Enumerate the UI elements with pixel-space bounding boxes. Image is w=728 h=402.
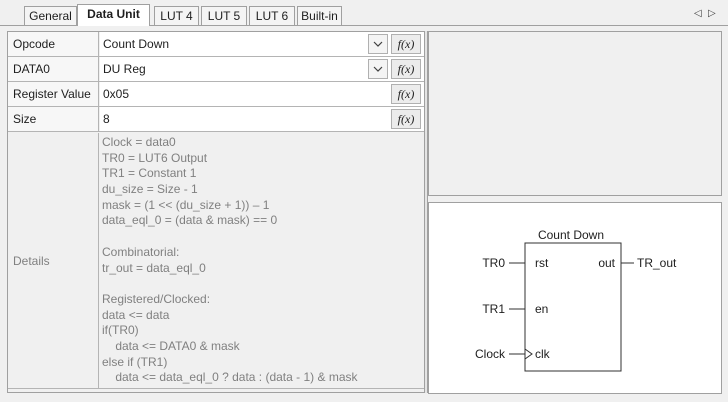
details-line: data <= DATA0 & mask	[102, 338, 240, 353]
details-line: TR1 = Constant 1	[102, 166, 197, 181]
details-line: TR0 = LUT6 Output	[102, 150, 208, 165]
block-diagram: Count Down TR0 rst TR1 en Clock clk out …	[475, 228, 677, 372]
register-value-text: 0x05	[103, 87, 130, 101]
size-fx-button[interactable]: f(x)	[391, 109, 421, 129]
property-row-opcode: Opcode Count Down f(x)	[8, 32, 424, 57]
data0-select[interactable]: DU Reg f(x)	[100, 57, 424, 81]
details-line: data_eql_0 = (data & mask) == 0	[102, 213, 278, 228]
details-line: tr_out = data_eql_0	[102, 260, 206, 275]
details-text: Clock = data0 TR0 = LUT6 Output TR1 = Co…	[102, 135, 420, 386]
port-out: out	[598, 256, 615, 270]
block-diagram-pane: Count Down TR0 rst TR1 en Clock clk out …	[428, 202, 722, 394]
property-grid: Opcode Count Down f(x) DATA0 DU Reg f(x)…	[7, 31, 425, 393]
details-line: else if (TR1)	[102, 354, 168, 369]
chevron-down-icon	[373, 41, 383, 47]
details-line: data <= data_eql_0 ? data : (data - 1) &…	[102, 370, 358, 385]
details-line	[102, 229, 420, 245]
details-line: mask = (1 << (du_size + 1)) – 1	[102, 197, 270, 212]
input-signal-clock: Clock	[475, 347, 506, 361]
property-label: Opcode	[8, 32, 99, 56]
tab-label: LUT 5	[207, 9, 241, 23]
property-label: Size	[8, 107, 99, 131]
tab-lut6[interactable]: LUT 6	[249, 6, 295, 26]
block-title: Count Down	[538, 228, 604, 242]
port-en: en	[535, 302, 548, 316]
data0-value: DU Reg	[103, 62, 146, 76]
scroll-left-icon[interactable]: ◁	[694, 9, 702, 19]
tab-built-in[interactable]: Built-in	[297, 6, 342, 26]
opcode-fx-button[interactable]: f(x)	[391, 34, 421, 54]
details-label: Details	[8, 133, 99, 389]
tab-label: Data Unit	[87, 7, 140, 21]
property-row-data0: DATA0 DU Reg f(x)	[8, 57, 424, 82]
input-signal-tr1: TR1	[482, 302, 505, 316]
opcode-dropdown-button[interactable]	[368, 34, 388, 54]
details-line: data <= data	[102, 307, 170, 322]
tab-general[interactable]: General	[24, 6, 77, 26]
size-input[interactable]: 8 f(x)	[100, 107, 424, 131]
port-clk: clk	[535, 347, 551, 361]
tab-label: Built-in	[301, 9, 338, 23]
data0-dropdown-button[interactable]	[368, 59, 388, 79]
chevron-down-icon	[373, 66, 383, 72]
size-value: 8	[103, 112, 110, 126]
empty-preview-pane	[428, 31, 722, 196]
data0-fx-button[interactable]: f(x)	[391, 59, 421, 79]
details-line: Combinatorial:	[102, 244, 180, 259]
tab-data-unit[interactable]: Data Unit	[77, 4, 150, 26]
tab-lut4[interactable]: LUT 4	[154, 6, 199, 26]
details-line: if(TR0)	[102, 323, 139, 338]
opcode-select[interactable]: Count Down f(x)	[100, 32, 424, 56]
property-label: Register Value	[8, 82, 99, 106]
tab-lut5[interactable]: LUT 5	[201, 6, 247, 26]
output-signal-tr-out: TR_out	[637, 256, 677, 270]
property-label: DATA0	[8, 57, 99, 81]
tab-label: LUT 4	[160, 9, 193, 23]
tab-label: General	[29, 9, 72, 23]
tab-strip: General Data Unit LUT 4 LUT 5 LUT 6 Buil…	[0, 0, 728, 26]
register-value-fx-button[interactable]: f(x)	[391, 84, 421, 104]
tab-label: LUT 6	[255, 9, 289, 23]
property-row-size: Size 8 f(x)	[8, 107, 424, 132]
opcode-value: Count Down	[103, 37, 170, 51]
details-line: Clock = data0	[102, 135, 176, 149]
input-signal-tr0: TR0	[482, 256, 505, 270]
register-value-input[interactable]: 0x05 f(x)	[100, 82, 424, 106]
details-line: Registered/Clocked:	[102, 291, 211, 306]
property-row-register-value: Register Value 0x05 f(x)	[8, 82, 424, 107]
scroll-right-icon[interactable]: ▷	[708, 9, 716, 19]
grid-divider	[8, 388, 424, 389]
details-line: du_size = Size - 1	[102, 182, 198, 197]
port-rst: rst	[535, 256, 549, 270]
details-line	[102, 276, 420, 292]
